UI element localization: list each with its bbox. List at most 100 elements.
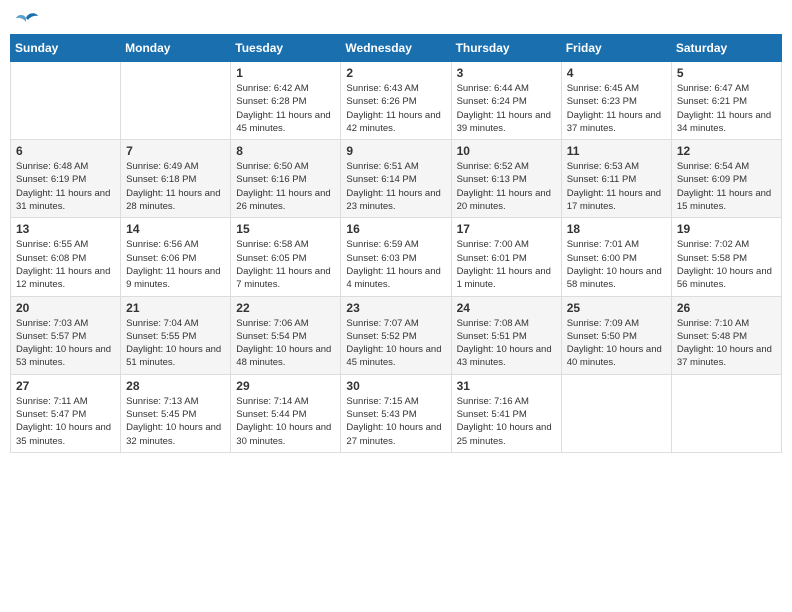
day-number: 16: [346, 222, 445, 236]
calendar-day-28: 28Sunrise: 7:13 AM Sunset: 5:45 PM Dayli…: [121, 374, 231, 452]
calendar-week-row: 27 Sunrise: 7:11 AM Sunset: 5:47 PM Dayli…: [11, 374, 782, 452]
day-number: 1: [236, 66, 335, 80]
day-info: Sunrise: 6:47 AM Sunset: 6:21 PM Dayligh…: [677, 82, 776, 135]
calendar-day-21: 21Sunrise: 7:04 AM Sunset: 5:55 PM Dayli…: [121, 296, 231, 374]
day-number: 10: [457, 144, 556, 158]
day-number: 5: [677, 66, 776, 80]
calendar-day-24: 24Sunrise: 7:08 AM Sunset: 5:51 PM Dayli…: [451, 296, 561, 374]
calendar-day-9: 9 Sunrise: 6:51 AM Sunset: 6:14 PM Daylig…: [341, 140, 451, 218]
weekday-header-friday: Friday: [561, 35, 671, 62]
calendar-day-16: 16 Sunrise: 6:59 AM Sunset: 6:03 PM Dayli…: [341, 218, 451, 296]
calendar-empty-cell: [671, 374, 781, 452]
calendar-day-7: 7 Sunrise: 6:49 AM Sunset: 6:18 PM Daylig…: [121, 140, 231, 218]
day-info: Sunrise: 7:07 AM Sunset: 5:52 PM Dayligh…: [346, 317, 445, 370]
day-info: Sunrise: 7:03 AM Sunset: 5:57 PM Dayligh…: [16, 317, 115, 370]
calendar-week-row: 13 Sunrise: 6:55 AM Sunset: 6:08 PM Dayli…: [11, 218, 782, 296]
weekday-header-sunday: Sunday: [11, 35, 121, 62]
day-info: Sunrise: 6:55 AM Sunset: 6:08 PM Dayligh…: [16, 238, 115, 291]
day-info: Sunrise: 6:54 AM Sunset: 6:09 PM Dayligh…: [677, 160, 776, 213]
calendar-empty-cell: [561, 374, 671, 452]
day-number: 18: [567, 222, 666, 236]
day-info: Sunrise: 7:04 AM Sunset: 5:55 PM Dayligh…: [126, 317, 225, 370]
day-info: Sunrise: 7:10 AM Sunset: 5:48 PM Dayligh…: [677, 317, 776, 370]
calendar-day-14: 14 Sunrise: 6:56 AM Sunset: 6:06 PM Dayli…: [121, 218, 231, 296]
day-info: Sunrise: 6:45 AM Sunset: 6:23 PM Dayligh…: [567, 82, 666, 135]
day-number: 23: [346, 301, 445, 315]
day-number: 12: [677, 144, 776, 158]
calendar-day-18: 18 Sunrise: 7:01 AM Sunset: 6:00 PM Dayli…: [561, 218, 671, 296]
day-info: Sunrise: 6:50 AM Sunset: 6:16 PM Dayligh…: [236, 160, 335, 213]
calendar-day-31: 31Sunrise: 7:16 AM Sunset: 5:41 PM Dayli…: [451, 374, 561, 452]
day-number: 31: [457, 379, 556, 393]
logo: [14, 10, 38, 26]
calendar-day-2: 2 Sunrise: 6:43 AM Sunset: 6:26 PM Daylig…: [341, 62, 451, 140]
day-number: 26: [677, 301, 776, 315]
calendar-day-22: 22Sunrise: 7:06 AM Sunset: 5:54 PM Dayli…: [231, 296, 341, 374]
day-info: Sunrise: 7:02 AM Sunset: 5:58 PM Dayligh…: [677, 238, 776, 291]
day-number: 8: [236, 144, 335, 158]
calendar-day-8: 8 Sunrise: 6:50 AM Sunset: 6:16 PM Daylig…: [231, 140, 341, 218]
calendar-week-row: 6Sunrise: 6:48 AM Sunset: 6:19 PM Daylig…: [11, 140, 782, 218]
weekday-header-monday: Monday: [121, 35, 231, 62]
day-number: 20: [16, 301, 115, 315]
day-number: 13: [16, 222, 115, 236]
day-info: Sunrise: 6:51 AM Sunset: 6:14 PM Dayligh…: [346, 160, 445, 213]
day-info: Sunrise: 6:56 AM Sunset: 6:06 PM Dayligh…: [126, 238, 225, 291]
day-info: Sunrise: 7:01 AM Sunset: 6:00 PM Dayligh…: [567, 238, 666, 291]
calendar-day-10: 10 Sunrise: 6:52 AM Sunset: 6:13 PM Dayli…: [451, 140, 561, 218]
calendar-day-17: 17 Sunrise: 7:00 AM Sunset: 6:01 PM Dayli…: [451, 218, 561, 296]
day-info: Sunrise: 7:13 AM Sunset: 5:45 PM Dayligh…: [126, 395, 225, 448]
calendar-day-30: 30Sunrise: 7:15 AM Sunset: 5:43 PM Dayli…: [341, 374, 451, 452]
day-info: Sunrise: 7:11 AM Sunset: 5:47 PM Dayligh…: [16, 395, 115, 448]
day-number: 27: [16, 379, 115, 393]
day-info: Sunrise: 6:53 AM Sunset: 6:11 PM Dayligh…: [567, 160, 666, 213]
day-info: Sunrise: 7:15 AM Sunset: 5:43 PM Dayligh…: [346, 395, 445, 448]
calendar-empty-cell: [121, 62, 231, 140]
calendar-day-5: 5 Sunrise: 6:47 AM Sunset: 6:21 PM Daylig…: [671, 62, 781, 140]
calendar-week-row: 20 Sunrise: 7:03 AM Sunset: 5:57 PM Dayli…: [11, 296, 782, 374]
day-info: Sunrise: 6:58 AM Sunset: 6:05 PM Dayligh…: [236, 238, 335, 291]
calendar-day-20: 20 Sunrise: 7:03 AM Sunset: 5:57 PM Dayli…: [11, 296, 121, 374]
day-info: Sunrise: 7:09 AM Sunset: 5:50 PM Dayligh…: [567, 317, 666, 370]
day-info: Sunrise: 6:52 AM Sunset: 6:13 PM Dayligh…: [457, 160, 556, 213]
calendar-day-13: 13 Sunrise: 6:55 AM Sunset: 6:08 PM Dayli…: [11, 218, 121, 296]
calendar-day-29: 29 Sunrise: 7:14 AM Sunset: 5:44 PM Dayli…: [231, 374, 341, 452]
calendar-day-15: 15 Sunrise: 6:58 AM Sunset: 6:05 PM Dayli…: [231, 218, 341, 296]
calendar-day-1: 1 Sunrise: 6:42 AM Sunset: 6:28 PM Daylig…: [231, 62, 341, 140]
calendar-day-11: 11Sunrise: 6:53 AM Sunset: 6:11 PM Dayli…: [561, 140, 671, 218]
day-number: 9: [346, 144, 445, 158]
day-info: Sunrise: 6:49 AM Sunset: 6:18 PM Dayligh…: [126, 160, 225, 213]
day-number: 29: [236, 379, 335, 393]
day-info: Sunrise: 6:44 AM Sunset: 6:24 PM Dayligh…: [457, 82, 556, 135]
page-header: [10, 10, 782, 26]
day-number: 17: [457, 222, 556, 236]
day-info: Sunrise: 6:59 AM Sunset: 6:03 PM Dayligh…: [346, 238, 445, 291]
calendar-day-4: 4 Sunrise: 6:45 AM Sunset: 6:23 PM Daylig…: [561, 62, 671, 140]
day-info: Sunrise: 6:42 AM Sunset: 6:28 PM Dayligh…: [236, 82, 335, 135]
day-info: Sunrise: 6:48 AM Sunset: 6:19 PM Dayligh…: [16, 160, 115, 213]
logo-bird-icon: [16, 10, 38, 30]
day-number: 3: [457, 66, 556, 80]
day-info: Sunrise: 7:14 AM Sunset: 5:44 PM Dayligh…: [236, 395, 335, 448]
day-number: 25: [567, 301, 666, 315]
day-number: 14: [126, 222, 225, 236]
calendar-day-3: 3 Sunrise: 6:44 AM Sunset: 6:24 PM Daylig…: [451, 62, 561, 140]
calendar-day-6: 6Sunrise: 6:48 AM Sunset: 6:19 PM Daylig…: [11, 140, 121, 218]
calendar-day-23: 23 Sunrise: 7:07 AM Sunset: 5:52 PM Dayli…: [341, 296, 451, 374]
day-info: Sunrise: 6:43 AM Sunset: 6:26 PM Dayligh…: [346, 82, 445, 135]
day-number: 4: [567, 66, 666, 80]
calendar-week-row: 1 Sunrise: 6:42 AM Sunset: 6:28 PM Daylig…: [11, 62, 782, 140]
day-number: 15: [236, 222, 335, 236]
calendar-empty-cell: [11, 62, 121, 140]
day-number: 2: [346, 66, 445, 80]
day-info: Sunrise: 7:00 AM Sunset: 6:01 PM Dayligh…: [457, 238, 556, 291]
calendar-day-27: 27 Sunrise: 7:11 AM Sunset: 5:47 PM Dayli…: [11, 374, 121, 452]
weekday-header-wednesday: Wednesday: [341, 35, 451, 62]
calendar-day-26: 26 Sunrise: 7:10 AM Sunset: 5:48 PM Dayli…: [671, 296, 781, 374]
calendar-header-row: SundayMondayTuesdayWednesdayThursdayFrid…: [11, 35, 782, 62]
day-info: Sunrise: 7:06 AM Sunset: 5:54 PM Dayligh…: [236, 317, 335, 370]
calendar-day-12: 12 Sunrise: 6:54 AM Sunset: 6:09 PM Dayli…: [671, 140, 781, 218]
day-number: 7: [126, 144, 225, 158]
day-number: 19: [677, 222, 776, 236]
weekday-header-tuesday: Tuesday: [231, 35, 341, 62]
